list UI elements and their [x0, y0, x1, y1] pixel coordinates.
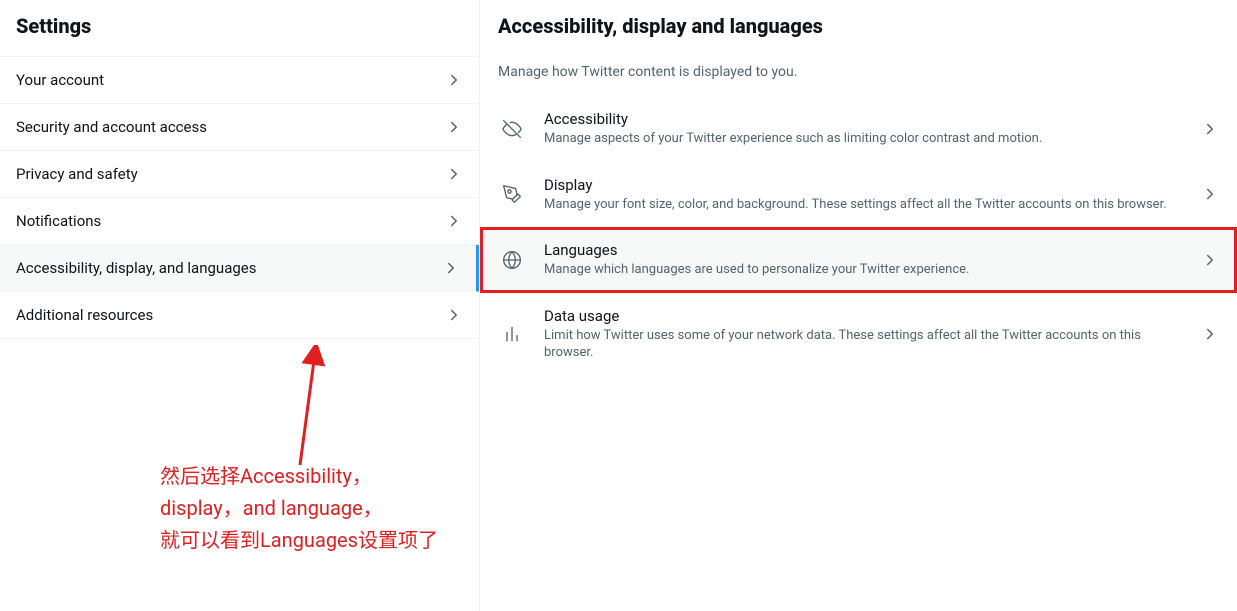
- detail-title: Accessibility, display and languages: [480, 0, 1237, 56]
- nav-item-notifications[interactable]: Notifications: [0, 198, 479, 245]
- chevron-right-icon: [1201, 325, 1219, 343]
- nav-item-label: Security and account access: [16, 118, 207, 136]
- detail-item-body: Languages Manage which languages are used…: [544, 241, 1183, 279]
- chevron-right-icon: [442, 259, 460, 277]
- globe-icon: [498, 246, 526, 274]
- chevron-right-icon: [445, 212, 463, 230]
- chevron-right-icon: [445, 306, 463, 324]
- detail-item-desc: Limit how Twitter uses some of your netw…: [544, 327, 1183, 362]
- detail-item-accessibility[interactable]: Accessibility Manage aspects of your Twit…: [480, 96, 1237, 162]
- detail-item-body: Display Manage your font size, color, and…: [544, 176, 1183, 214]
- nav-item-label: Accessibility, display, and languages: [16, 259, 256, 277]
- chevron-right-icon: [1201, 120, 1219, 138]
- chevron-right-icon: [445, 71, 463, 89]
- chevron-right-icon: [445, 165, 463, 183]
- settings-detail-panel: Accessibility, display and languages Man…: [480, 0, 1237, 611]
- nav-item-privacy-and-safety[interactable]: Privacy and safety: [0, 151, 479, 198]
- nav-item-additional-resources[interactable]: Additional resources: [0, 292, 479, 339]
- chevron-right-icon: [1201, 251, 1219, 269]
- detail-item-languages[interactable]: Languages Manage which languages are used…: [480, 227, 1237, 293]
- nav-item-label: Your account: [16, 71, 104, 89]
- detail-item-title: Accessibility: [544, 110, 1183, 128]
- detail-description: Manage how Twitter content is displayed …: [480, 56, 1237, 96]
- detail-item-body: Accessibility Manage aspects of your Twit…: [544, 110, 1183, 148]
- detail-item-display[interactable]: Display Manage your font size, color, and…: [480, 162, 1237, 228]
- brush-icon: [498, 180, 526, 208]
- detail-item-desc: Manage aspects of your Twitter experienc…: [544, 130, 1183, 148]
- detail-item-body: Data usage Limit how Twitter uses some of…: [544, 307, 1183, 362]
- detail-item-data-usage[interactable]: Data usage Limit how Twitter uses some of…: [480, 293, 1237, 376]
- detail-item-title: Data usage: [544, 307, 1183, 325]
- nav-item-your-account[interactable]: Your account: [0, 57, 479, 104]
- settings-sidebar: Settings Your account Security and accoun…: [0, 0, 480, 611]
- chevron-right-icon: [1201, 185, 1219, 203]
- nav-item-label: Additional resources: [16, 306, 153, 324]
- nav-item-security-and-account-access[interactable]: Security and account access: [0, 104, 479, 151]
- detail-item-desc: Manage your font size, color, and backgr…: [544, 196, 1183, 214]
- nav-item-label: Privacy and safety: [16, 165, 138, 183]
- chevron-right-icon: [445, 118, 463, 136]
- nav-item-accessibility-display-and-languages[interactable]: Accessibility, display, and languages: [0, 245, 479, 292]
- detail-item-title: Display: [544, 176, 1183, 194]
- detail-item-desc: Manage which languages are used to perso…: [544, 261, 1183, 279]
- detail-item-title: Languages: [544, 241, 1183, 259]
- eye-off-icon: [498, 115, 526, 143]
- nav-item-label: Notifications: [16, 212, 101, 230]
- bar-chart-icon: [498, 320, 526, 348]
- settings-title: Settings: [0, 0, 479, 57]
